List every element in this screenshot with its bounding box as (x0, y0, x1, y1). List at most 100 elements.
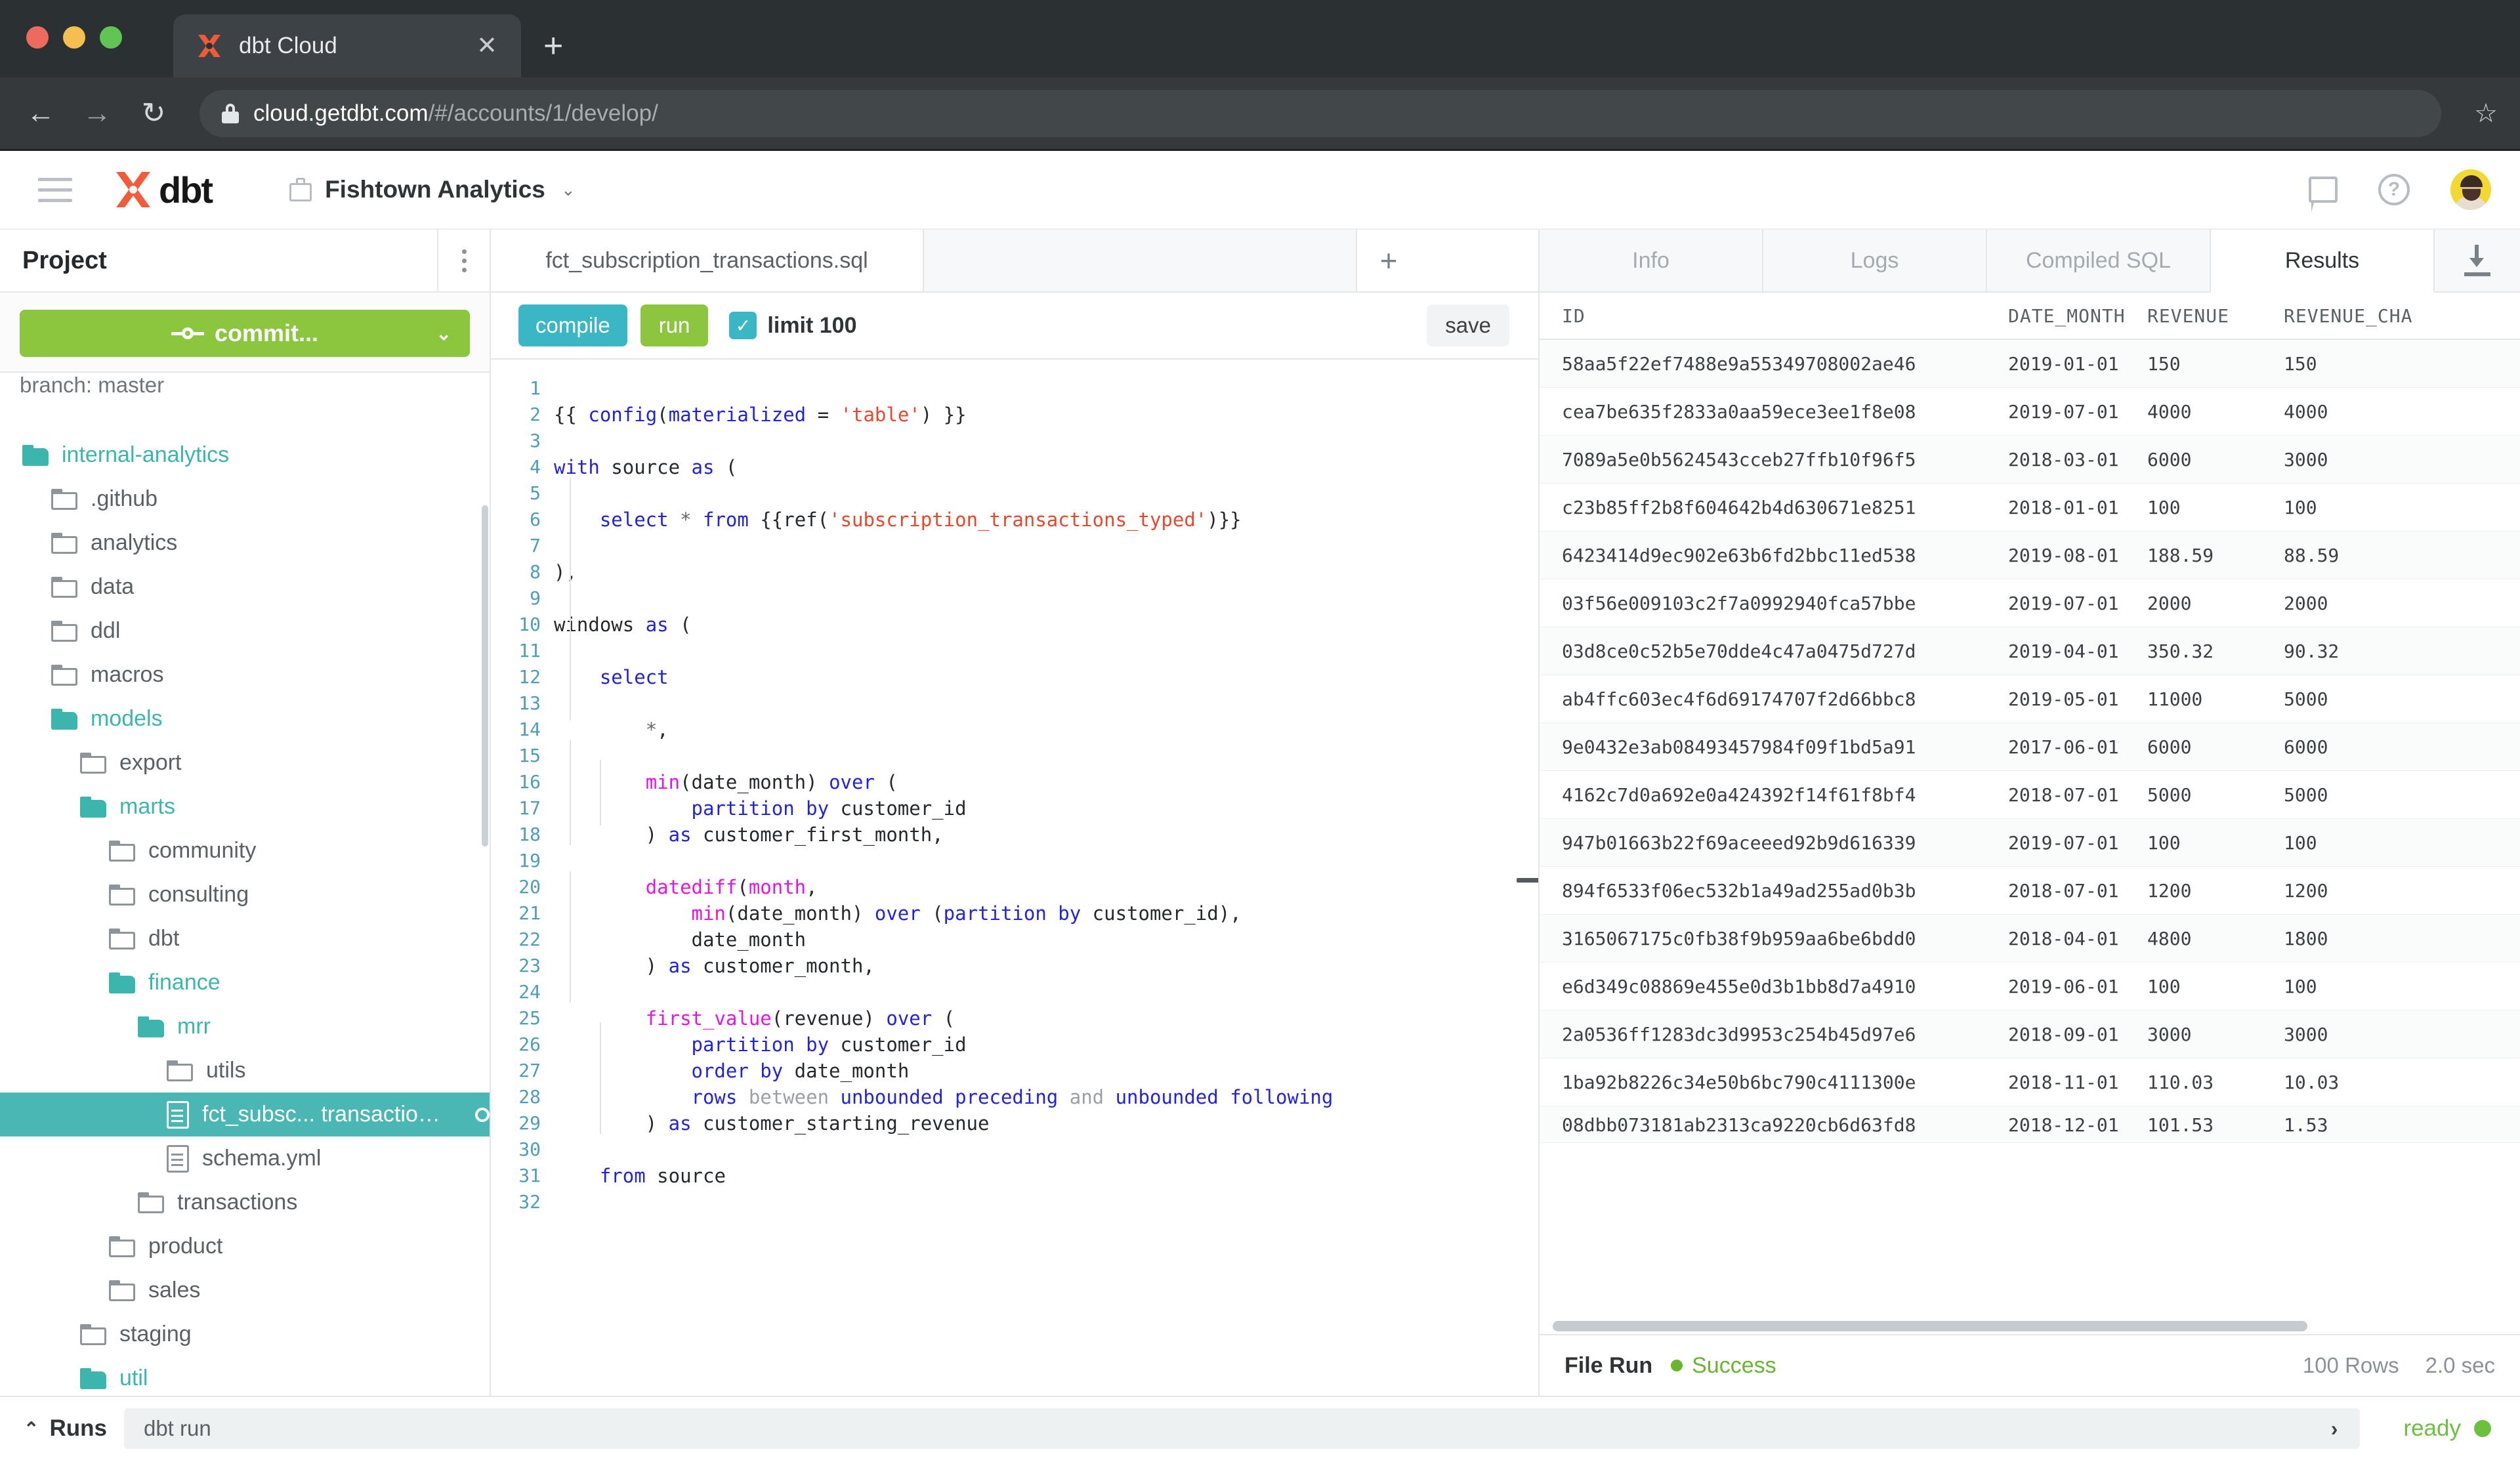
back-icon[interactable]: ← (22, 99, 59, 128)
cell-revenue-change: 100 (2284, 976, 2481, 997)
table-row[interactable]: 9e0432e3ab08493457984f09f1bd5a912017-06-… (1540, 723, 2520, 771)
tree-folder-utils[interactable]: utils (0, 1049, 490, 1093)
table-row[interactable]: 6423414d9ec902e63b6fd2bbc11ed5382019-08-… (1540, 532, 2520, 579)
editor-tab-fct-subscription-transactions[interactable]: fct_subscription_transactions.sql (491, 230, 924, 291)
code-line: ) as customer_first_month, (554, 822, 1538, 848)
tree-folder-internal-analytics[interactable]: internal-analytics (0, 433, 490, 477)
tree-folder-staging[interactable]: staging (0, 1312, 490, 1356)
tree-folder-community[interactable]: community (0, 829, 490, 873)
line-number: 26 (491, 1032, 541, 1058)
address-bar[interactable]: cloud.getdbt.com/#/accounts/1/develop/ (200, 90, 2441, 137)
download-icon (2463, 245, 2492, 276)
browser-tab[interactable]: dbt Cloud ✕ (173, 14, 521, 77)
table-row[interactable]: 7089a5e0b5624543cceb27ffb10f96f52018-03-… (1540, 436, 2520, 484)
reload-icon[interactable]: ↻ (135, 99, 172, 128)
folder-icon (138, 1192, 164, 1213)
close-window-button[interactable] (26, 26, 49, 49)
save-button[interactable]: save (1427, 304, 1509, 346)
tree-folder-sales[interactable]: sales (0, 1268, 490, 1312)
tree-folder-export[interactable]: export (0, 741, 490, 785)
tree-folder-consulting[interactable]: consulting (0, 873, 490, 917)
tree-folder-util[interactable]: util (0, 1356, 490, 1396)
help-icon[interactable]: ? (2378, 174, 2410, 205)
bookmark-star-icon[interactable]: ☆ (2474, 98, 2498, 129)
table-row[interactable]: cea7be635f2833a0aa59ece3ee1f8e082019-07-… (1540, 388, 2520, 436)
table-row[interactable]: 4162c7d0a692e0a424392f14f61f8bf42018-07-… (1540, 771, 2520, 819)
tree-file-schema-yml[interactable]: schema.yml (0, 1137, 490, 1180)
tree-folder-product[interactable]: product (0, 1224, 490, 1268)
commit-button[interactable]: commit... ⌄ (20, 310, 470, 357)
cell-revenue: 11000 (2147, 688, 2284, 710)
column-header-id[interactable]: ID (1562, 305, 2008, 327)
table-row[interactable]: 03f56e009103c2f7a0992940fca57bbe2019-07-… (1540, 579, 2520, 627)
tab-logs[interactable]: Logs (1763, 230, 1987, 291)
table-row[interactable]: 894f6533f06ec532b1a49ad255ad0b3b2018-07-… (1540, 867, 2520, 915)
table-row[interactable]: c23b85ff2b8f604642b4d630671e82512018-01-… (1540, 484, 2520, 532)
chat-icon[interactable] (2309, 177, 2338, 203)
chevron-right-icon[interactable]: › (2331, 1417, 2338, 1441)
limit-checkbox[interactable]: ✓ (729, 312, 757, 339)
new-tab-button[interactable]: + (543, 29, 563, 63)
tab-results[interactable]: Results (2211, 230, 2435, 293)
chevron-down-icon[interactable]: ⌄ (436, 323, 452, 344)
tree-folder-models[interactable]: models (0, 697, 490, 741)
table-row[interactable]: 947b01663b22f69aceeed92b9d6163392019-07-… (1540, 819, 2520, 867)
folder-icon (51, 665, 77, 686)
account-selector[interactable]: Fishtown Analytics ⌄ (289, 176, 576, 203)
tab-compiled-sql[interactable]: Compiled SQL (1987, 230, 2211, 291)
download-results-button[interactable] (2435, 230, 2520, 291)
table-row[interactable]: 03d8ce0c52b5e70dde4c47a0475d727d2019-04-… (1540, 627, 2520, 675)
cell-revenue-change: 5000 (2284, 784, 2481, 806)
results-table-body[interactable]: 58aa5f22ef7488e9a55349708002ae462019-01-… (1540, 340, 2520, 1334)
tree-folder-mrr[interactable]: mrr (0, 1005, 490, 1049)
tree-folder-github[interactable]: .github (0, 477, 490, 521)
table-row[interactable]: ab4ffc603ec4f6d69174707f2d66bbc82019-05-… (1540, 675, 2520, 723)
tree-folder-transactions[interactable]: transactions (0, 1180, 490, 1224)
sidebar-menu-icon[interactable] (437, 229, 490, 292)
minimize-window-button[interactable] (63, 26, 85, 49)
commit-area: commit... ⌄ (0, 293, 490, 373)
compile-button[interactable]: compile (518, 304, 627, 346)
menu-icon[interactable] (38, 178, 72, 202)
table-row[interactable]: 2a0536ff1283dc3d9953c254b45d97e62018-09-… (1540, 1011, 2520, 1058)
code-content[interactable]: {{ config(materialized = 'table') }} wit… (554, 360, 1538, 1396)
tree-folder-analytics[interactable]: analytics (0, 521, 490, 565)
cell-revenue: 188.59 (2147, 545, 2284, 566)
limit-toggle[interactable]: ✓ limit 100 (729, 312, 856, 339)
table-row[interactable]: e6d349c08869e455e0d3b1bb8d7a49102019-06-… (1540, 963, 2520, 1011)
forward-icon[interactable]: → (79, 99, 116, 128)
tree-folder-data[interactable]: data (0, 565, 490, 609)
close-icon[interactable]: ✕ (470, 33, 504, 58)
tree-folder-marts[interactable]: marts (0, 785, 490, 829)
cell-revenue: 6000 (2147, 736, 2284, 758)
browser-tab-title: dbt Cloud (239, 33, 455, 59)
table-row[interactable]: 3165067175c0fb38f9b959aa6be6bdd02018-04-… (1540, 915, 2520, 963)
table-row[interactable]: 08dbb073181ab2313ca9220cb6d63fd82018-12-… (1540, 1106, 2520, 1143)
table-row[interactable]: 58aa5f22ef7488e9a55349708002ae462019-01-… (1540, 340, 2520, 388)
tree-file-fct-subsc-transactions-sql[interactable]: fct_subsc... transactions.sql (0, 1093, 490, 1137)
tree-folder-finance[interactable]: finance (0, 961, 490, 1005)
tree-folder-macros[interactable]: macros (0, 653, 490, 697)
folder-icon (109, 885, 135, 906)
run-command-bar[interactable]: dbt run › (124, 1408, 2360, 1449)
panel-resize-handle[interactable] (1517, 878, 1538, 883)
cell-id: 03d8ce0c52b5e70dde4c47a0475d727d (1562, 640, 2008, 662)
results-horizontal-scrollbar[interactable] (1553, 1321, 2307, 1331)
sidebar-scrollbar[interactable] (482, 505, 488, 846)
dbt-brand[interactable]: dbt (112, 169, 212, 211)
briefcase-icon (289, 178, 312, 201)
table-row[interactable]: 1ba92b8226c34e50b6bc790c4111300e2018-11-… (1540, 1058, 2520, 1106)
runs-toggle[interactable]: ⌃ Runs (24, 1415, 107, 1442)
column-header-date-month[interactable]: DATE_MONTH (2008, 305, 2147, 327)
code-editor[interactable]: 1234567891011121314151617181920212223242… (491, 360, 1538, 1396)
column-header-revenue-change[interactable]: REVENUE_CHA (2284, 305, 2481, 327)
add-tab-button[interactable]: + (1357, 230, 1420, 291)
tree-folder-ddl[interactable]: ddl (0, 609, 490, 653)
chevron-up-icon: ⌃ (24, 1418, 39, 1440)
maximize-window-button[interactable] (100, 26, 122, 49)
tab-info[interactable]: Info (1540, 230, 1763, 291)
avatar[interactable] (2450, 169, 2491, 210)
column-header-revenue[interactable]: REVENUE (2147, 305, 2284, 327)
run-button[interactable]: run (640, 304, 709, 346)
tree-folder-dbt[interactable]: dbt (0, 917, 490, 961)
